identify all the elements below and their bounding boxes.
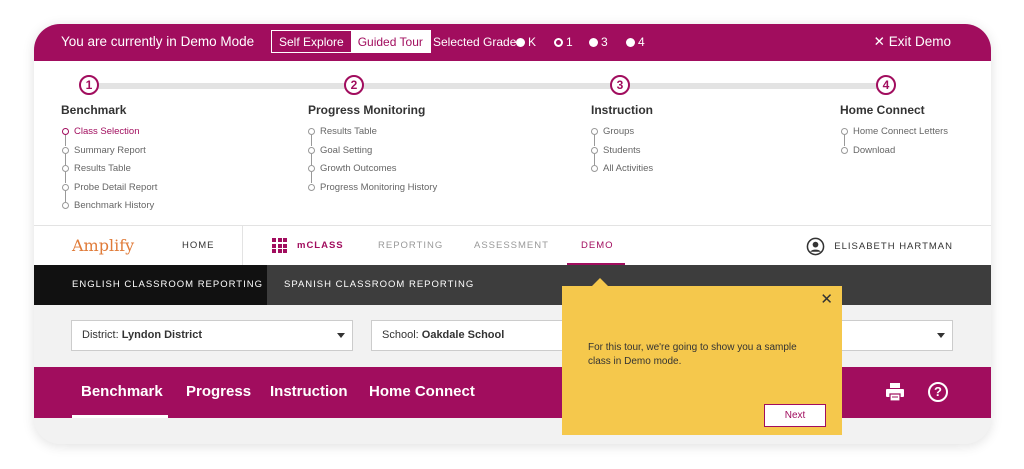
demo-mode-title: You are currently in Demo Mode (61, 34, 255, 49)
close-icon[interactable]: ✕ (820, 290, 833, 308)
exit-demo-button[interactable]: ✕ Exit Demo (874, 34, 951, 50)
tab-spanish-classroom-reporting[interactable]: SPANISH CLASSROOM REPORTING (284, 265, 474, 305)
school-value: Oakdale School (421, 329, 505, 341)
selected-grade-label: Selected Grade: (433, 35, 520, 49)
app-window: You are currently in Demo Mode Self Expl… (34, 24, 991, 444)
district-select[interactable]: District: Lyndon District (71, 320, 353, 351)
grade-option-4[interactable]: 4 (626, 35, 645, 49)
step-4-title: Home Connect (840, 103, 925, 117)
step-item-progress-monitoring-history[interactable]: Progress Monitoring History (308, 182, 437, 202)
nav-demo-link[interactable]: DEMO (581, 240, 614, 251)
printer-icon[interactable] (884, 381, 906, 403)
tab-home-connect[interactable]: Home Connect (369, 383, 475, 400)
grade-option-k[interactable]: K (516, 35, 536, 49)
step-3-badge: 3 (610, 75, 630, 95)
nav-home-link[interactable]: HOME (182, 240, 215, 251)
radio-selected-icon (554, 37, 563, 47)
step-item-all-activities[interactable]: All Activities (591, 164, 653, 183)
step-item-results-table[interactable]: Results Table (62, 164, 157, 183)
step-1-list: Class Selection Summary Report Results T… (62, 127, 157, 220)
step-item-summary-report[interactable]: Summary Report (62, 145, 157, 164)
step-2-badge: 2 (344, 75, 364, 95)
step-item-benchmark-history[interactable]: Benchmark History (62, 201, 157, 220)
user-icon (806, 237, 825, 256)
radio-icon (626, 37, 635, 47)
step-1-badge: 1 (79, 75, 99, 95)
school-label: School: (382, 329, 419, 341)
next-button[interactable]: Next (764, 404, 826, 427)
step-3-list: Groups Students All Activities (591, 127, 653, 183)
nav-reporting-link[interactable]: REPORTING (378, 240, 443, 251)
chevron-down-icon (337, 333, 345, 338)
step-4-list: Home Connect Letters Download (841, 127, 948, 164)
step-item-home-connect-letters[interactable]: Home Connect Letters (841, 127, 948, 146)
tab-instruction[interactable]: Instruction (270, 383, 348, 400)
mode-toggle: Self Explore Guided Tour (271, 30, 431, 53)
main-tab-bar: Benchmark Progress Instruction Home Conn… (34, 367, 991, 418)
step-item-goal-setting[interactable]: Goal Setting (308, 145, 437, 164)
demo-mode-bar: You are currently in Demo Mode Self Expl… (34, 24, 991, 61)
nav-assessment-link[interactable]: ASSESSMENT (474, 240, 549, 251)
guided-tour-button[interactable]: Guided Tour (350, 31, 430, 52)
report-tabs-bar: ENGLISH CLASSROOM REPORTING SPANISH CLAS… (34, 265, 991, 305)
progress-track (89, 83, 889, 89)
step-2-title: Progress Monitoring (308, 103, 426, 117)
nav-divider (242, 226, 243, 266)
step-2-list: Results Table Goal Setting Growth Outcom… (308, 127, 437, 201)
tooltip-message: For this tour, we're going to show you a… (588, 342, 797, 367)
step-item-students[interactable]: Students (591, 145, 653, 164)
tour-tooltip: ✕ For this tour, we're going to show you… (562, 278, 842, 435)
step-item-probe-detail-report[interactable]: Probe Detail Report (62, 182, 157, 201)
nav-mclass-link[interactable]: mCLASS (297, 240, 344, 251)
tab-benchmark[interactable]: Benchmark (81, 383, 163, 400)
step-4-badge: 4 (876, 75, 896, 95)
help-icon[interactable]: ? (928, 382, 948, 402)
district-value: Lyndon District (121, 329, 202, 341)
radio-icon (516, 37, 525, 47)
step-item-download[interactable]: Download (841, 145, 948, 165)
app-nav-bar: Amplify HOME mCLASS REPORTING ASSESSMENT… (34, 225, 991, 266)
step-item-groups[interactable]: Groups (591, 127, 653, 146)
step-3-title: Instruction (591, 103, 653, 117)
tooltip-arrow (592, 278, 608, 286)
chevron-down-icon (937, 333, 945, 338)
grade-option-1[interactable]: 1 (554, 35, 573, 49)
district-label: District: (82, 329, 119, 341)
tab-progress[interactable]: Progress (186, 383, 251, 400)
self-explore-button[interactable]: Self Explore (272, 31, 351, 52)
step-item-results-table[interactable]: Results Table (308, 127, 437, 146)
tab-english-classroom-reporting[interactable]: ENGLISH CLASSROOM REPORTING (34, 265, 267, 305)
step-item-growth-outcomes[interactable]: Growth Outcomes (308, 164, 437, 183)
tour-steps-panel: 1 Benchmark Class Selection Summary Repo… (34, 61, 991, 225)
step-1-title: Benchmark (61, 103, 127, 117)
user-menu[interactable]: ELISABETH HARTMAN (806, 237, 953, 256)
user-name: ELISABETH HARTMAN (834, 241, 953, 252)
radio-icon (589, 37, 598, 47)
grade-option-3[interactable]: 3 (589, 35, 608, 49)
step-item-class-selection[interactable]: Class Selection (62, 127, 157, 146)
amplify-logo[interactable]: Amplify (72, 236, 134, 255)
active-tab-indicator (72, 415, 168, 418)
grid-icon[interactable] (272, 238, 287, 253)
